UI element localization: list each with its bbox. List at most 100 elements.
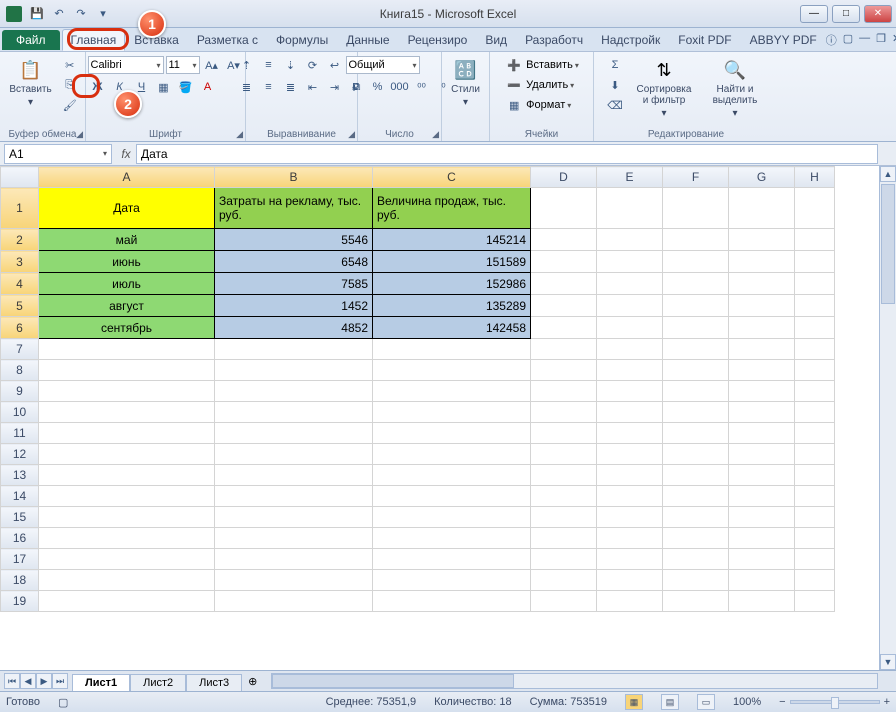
cell-H11[interactable] [795, 423, 835, 444]
cell-A3[interactable]: июнь [39, 251, 215, 273]
cell-G17[interactable] [729, 549, 795, 570]
cell-F15[interactable] [663, 507, 729, 528]
cell-F5[interactable] [663, 295, 729, 317]
cell-F4[interactable] [663, 273, 729, 295]
sheet-nav-first[interactable]: ⏮ [4, 673, 20, 689]
cell-C8[interactable] [373, 360, 531, 381]
row-header-9[interactable]: 9 [1, 381, 39, 402]
cell-B15[interactable] [215, 507, 373, 528]
cell-B9[interactable] [215, 381, 373, 402]
ribbon-tab-7[interactable]: Разработч [516, 29, 592, 51]
cell-C5[interactable]: 135289 [373, 295, 531, 317]
cell-G16[interactable] [729, 528, 795, 549]
ribbon-tab-3[interactable]: Формулы [267, 29, 337, 51]
cell-D6[interactable] [531, 317, 597, 339]
cell-H16[interactable] [795, 528, 835, 549]
ribbon-tab-8[interactable]: Надстройк [592, 29, 669, 51]
cell-G7[interactable] [729, 339, 795, 360]
qat-undo[interactable]: ↶ [50, 5, 68, 23]
border-button[interactable]: ▦ [154, 78, 174, 96]
cell-H10[interactable] [795, 402, 835, 423]
row-header-18[interactable]: 18 [1, 570, 39, 591]
col-header-E[interactable]: E [597, 167, 663, 188]
cell-H1[interactable] [795, 188, 835, 229]
select-all-corner[interactable] [1, 167, 39, 188]
ribbon-tab-0[interactable]: Главная [62, 29, 126, 51]
cell-G2[interactable] [729, 229, 795, 251]
scroll-up-button[interactable]: ▲ [880, 166, 896, 182]
cell-A8[interactable] [39, 360, 215, 381]
cell-H8[interactable] [795, 360, 835, 381]
cell-A13[interactable] [39, 465, 215, 486]
cell-H2[interactable] [795, 229, 835, 251]
cell-D17[interactable] [531, 549, 597, 570]
row-header-13[interactable]: 13 [1, 465, 39, 486]
macro-record-icon[interactable]: ▢ [58, 696, 68, 709]
align-right-button[interactable]: ≣ [281, 78, 301, 96]
row-header-10[interactable]: 10 [1, 402, 39, 423]
row-header-16[interactable]: 16 [1, 528, 39, 549]
ribbon-minimize-icon[interactable]: ▢ [843, 32, 853, 48]
cell-C13[interactable] [373, 465, 531, 486]
doc-close-icon[interactable]: ✕ [892, 32, 896, 48]
row-header-8[interactable]: 8 [1, 360, 39, 381]
fill-button[interactable]: ⬇ [605, 76, 625, 94]
percent-button[interactable]: % [368, 78, 388, 96]
cell-H18[interactable] [795, 570, 835, 591]
cell-F13[interactable] [663, 465, 729, 486]
fx-icon[interactable]: fx [116, 147, 136, 161]
vertical-scrollbar[interactable]: ▲ ▼ [879, 166, 896, 670]
cell-H15[interactable] [795, 507, 835, 528]
cell-E4[interactable] [597, 273, 663, 295]
cell-D18[interactable] [531, 570, 597, 591]
font-size-combo[interactable]: 11▾ [166, 56, 200, 74]
clear-button[interactable]: ⌫ [605, 96, 625, 114]
increase-indent-button[interactable]: ⇥ [325, 78, 345, 96]
cell-C7[interactable] [373, 339, 531, 360]
cell-E17[interactable] [597, 549, 663, 570]
cell-F10[interactable] [663, 402, 729, 423]
cell-B19[interactable] [215, 591, 373, 612]
align-left-button[interactable]: ≣ [237, 78, 257, 96]
cell-H7[interactable] [795, 339, 835, 360]
cell-A19[interactable] [39, 591, 215, 612]
cell-C19[interactable] [373, 591, 531, 612]
row-header-6[interactable]: 6 [1, 317, 39, 339]
help-icon[interactable]: ⓘ [826, 32, 837, 48]
cell-F8[interactable] [663, 360, 729, 381]
file-tab[interactable]: Файл [2, 30, 60, 50]
cell-D7[interactable] [531, 339, 597, 360]
sheet-tab-Лист2[interactable]: Лист2 [130, 674, 186, 691]
cell-A1[interactable]: Дата [39, 188, 215, 229]
cell-E2[interactable] [597, 229, 663, 251]
cell-B4[interactable]: 7585 [215, 273, 373, 295]
wrap-text-button[interactable]: ↩ [325, 56, 345, 74]
scroll-thumb[interactable] [881, 184, 895, 304]
clipboard-dialog-icon[interactable]: ◢ [76, 129, 83, 140]
orientation-button[interactable]: ⟳ [303, 56, 323, 74]
cell-G6[interactable] [729, 317, 795, 339]
cell-C4[interactable]: 152986 [373, 273, 531, 295]
cell-E1[interactable] [597, 188, 663, 229]
cell-A15[interactable] [39, 507, 215, 528]
cell-F6[interactable] [663, 317, 729, 339]
format-painter-button[interactable]: 🖌 [60, 96, 80, 114]
cell-D15[interactable] [531, 507, 597, 528]
cell-F3[interactable] [663, 251, 729, 273]
col-header-C[interactable]: C [373, 167, 531, 188]
cell-C15[interactable] [373, 507, 531, 528]
cell-D11[interactable] [531, 423, 597, 444]
cell-E19[interactable] [597, 591, 663, 612]
align-bottom-button[interactable]: ⇣ [281, 56, 301, 74]
find-select-button[interactable]: 🔍 Найти и выделить▾ [703, 56, 767, 121]
grow-font-button[interactable]: A▴ [202, 56, 222, 74]
cell-B7[interactable] [215, 339, 373, 360]
cut-button[interactable]: ✂ [60, 56, 80, 74]
cell-G8[interactable] [729, 360, 795, 381]
cell-E3[interactable] [597, 251, 663, 273]
cell-H9[interactable] [795, 381, 835, 402]
cell-H12[interactable] [795, 444, 835, 465]
row-header-4[interactable]: 4 [1, 273, 39, 295]
col-header-B[interactable]: B [215, 167, 373, 188]
cell-F16[interactable] [663, 528, 729, 549]
